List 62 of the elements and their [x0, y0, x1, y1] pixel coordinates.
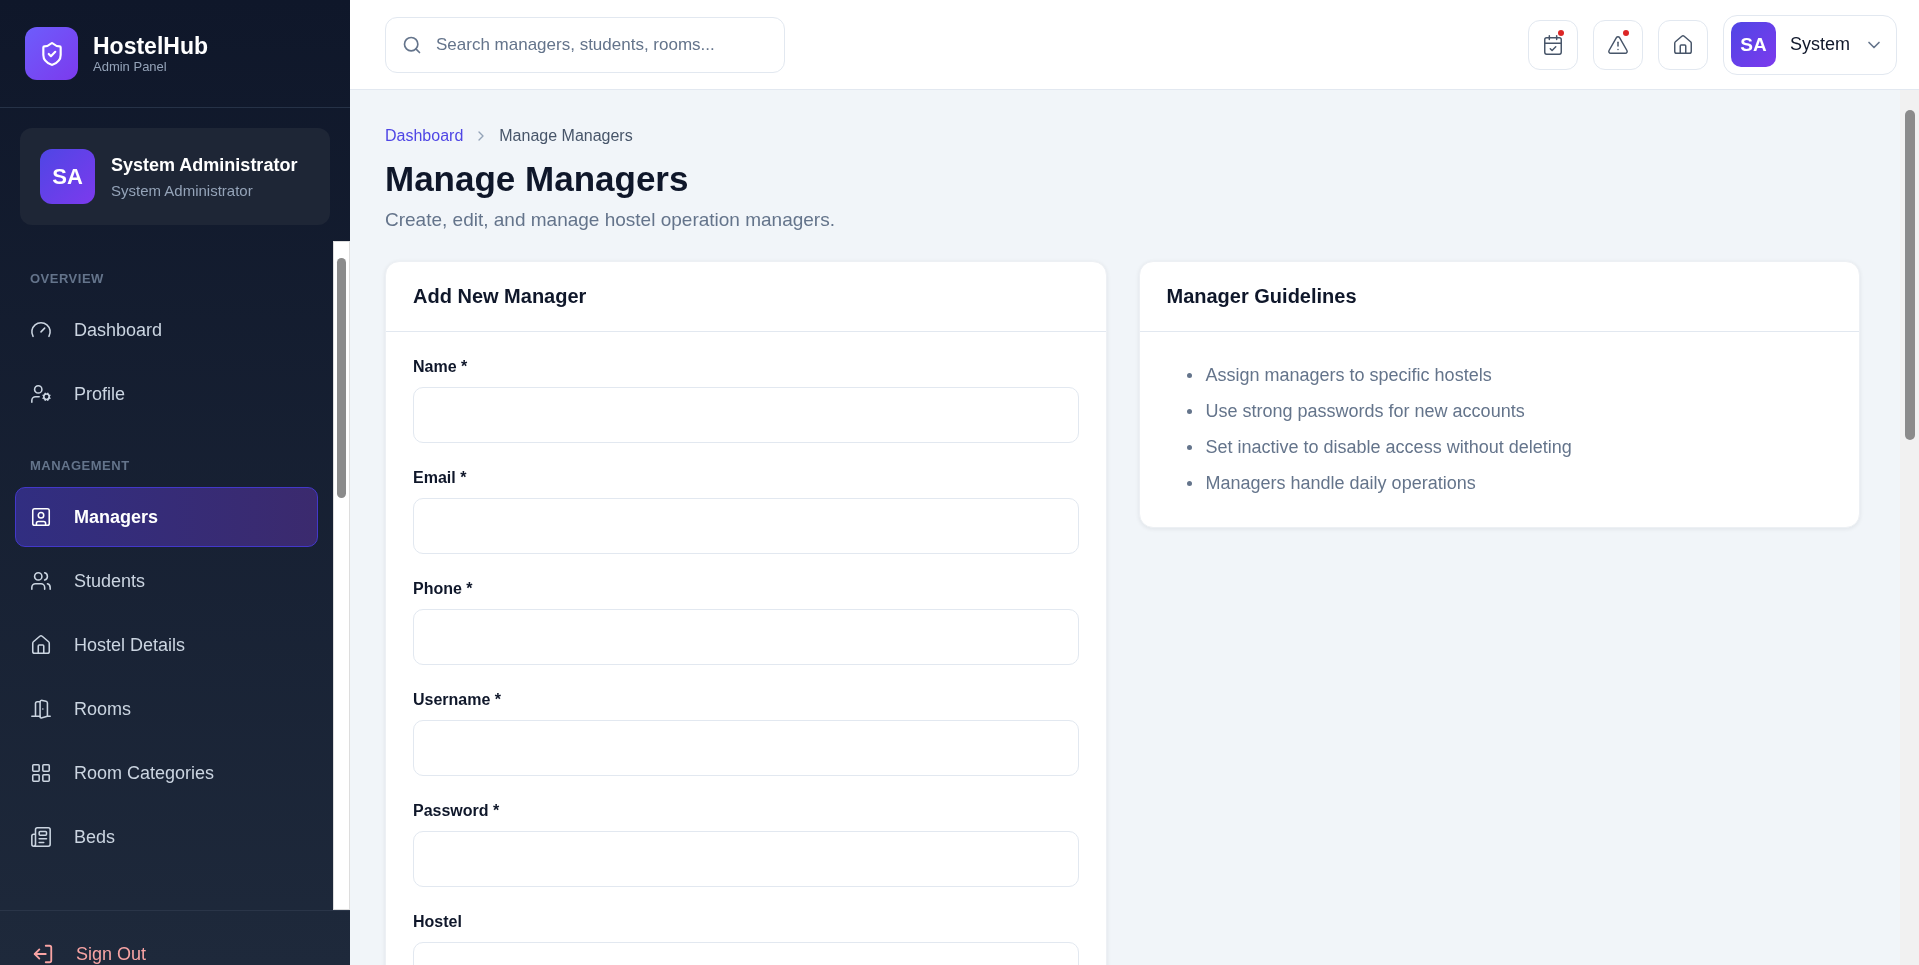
nav-item[interactable]: Managers	[15, 487, 318, 547]
nav-item[interactable]: Students	[15, 551, 318, 611]
user-avatar: SA	[40, 149, 95, 204]
user-avatar: SA	[1731, 22, 1776, 67]
beds-icon	[30, 826, 52, 848]
input-field[interactable]	[413, 387, 1079, 443]
input-field[interactable]	[413, 831, 1079, 887]
search-field[interactable]: Search managers, students, rooms...	[385, 16, 785, 73]
home-icon	[1672, 33, 1694, 56]
logo-icon	[25, 27, 78, 80]
field-label: Phone *	[413, 580, 474, 598]
page-subtitle: Create, edit, and manage hostel operation managers.	[385, 209, 836, 231]
nav-item[interactable]: Rooms	[15, 679, 318, 739]
user-role: System Administrator	[111, 181, 254, 199]
card-title: Add New Manager	[386, 262, 1106, 332]
search-icon	[402, 34, 422, 55]
page-title: Manage Managers	[385, 159, 690, 199]
nav-item[interactable]: Beds	[15, 807, 318, 867]
bullet-icon	[1186, 409, 1192, 414]
guideline-item: Use strong passwords for new accounts	[1205, 400, 1525, 423]
nav-item[interactable]: Profile	[15, 364, 318, 424]
brand-name: HostelHub	[93, 33, 208, 59]
input-field[interactable]	[413, 609, 1079, 665]
nav-item[interactable]: Dashboard	[15, 300, 318, 360]
categories-icon	[30, 762, 52, 784]
field-label: Username *	[413, 691, 503, 709]
guideline-item: Assign managers to specific hostels	[1205, 364, 1492, 387]
section-title: MANAGEMENT	[29, 457, 131, 475]
sign-out-icon	[32, 943, 54, 965]
brand-subtitle: Admin Panel	[93, 59, 168, 74]
input-field[interactable]	[413, 720, 1079, 776]
user-name: System Administrator	[111, 154, 298, 176]
calendar-check-icon	[1542, 33, 1564, 56]
nav-item[interactable]: Room Categories	[15, 743, 318, 803]
field-label: Name *	[413, 358, 469, 376]
sign-out-button[interactable]: Sign Out	[32, 943, 350, 965]
scrollbar[interactable]	[1900, 90, 1919, 965]
warning-icon	[1607, 33, 1629, 56]
home-button[interactable]	[1658, 19, 1708, 70]
breadcrumb-link[interactable]: Dashboard	[385, 127, 464, 145]
nav-item[interactable]: Hostel Details	[15, 615, 318, 675]
bullet-icon	[1186, 481, 1192, 486]
bullet-icon	[1186, 373, 1192, 378]
guideline-item: Set inactive to disable access without deleting	[1205, 436, 1572, 459]
user-menu-button[interactable]: SA System	[1723, 14, 1897, 75]
section-title: OVERVIEW	[29, 270, 105, 288]
input-field[interactable]	[413, 498, 1079, 554]
students-icon	[30, 570, 52, 592]
card-title: Manager Guidelines	[1139, 262, 1859, 332]
calendar-button[interactable]	[1528, 19, 1578, 70]
field-label: Password *	[413, 802, 501, 820]
scrollbar[interactable]	[333, 241, 350, 910]
field-label: Hostel	[413, 913, 463, 931]
breadcrumb-link[interactable]: Manage Managers	[499, 127, 633, 145]
field-label: Email *	[413, 469, 468, 487]
alert-button[interactable]	[1593, 19, 1643, 70]
hostel-icon	[30, 634, 52, 656]
guideline-item: Managers handle daily operations	[1205, 472, 1476, 495]
bullet-icon	[1186, 445, 1192, 450]
profile-icon	[30, 383, 52, 405]
rooms-icon	[30, 698, 52, 720]
managers-icon	[30, 506, 52, 528]
